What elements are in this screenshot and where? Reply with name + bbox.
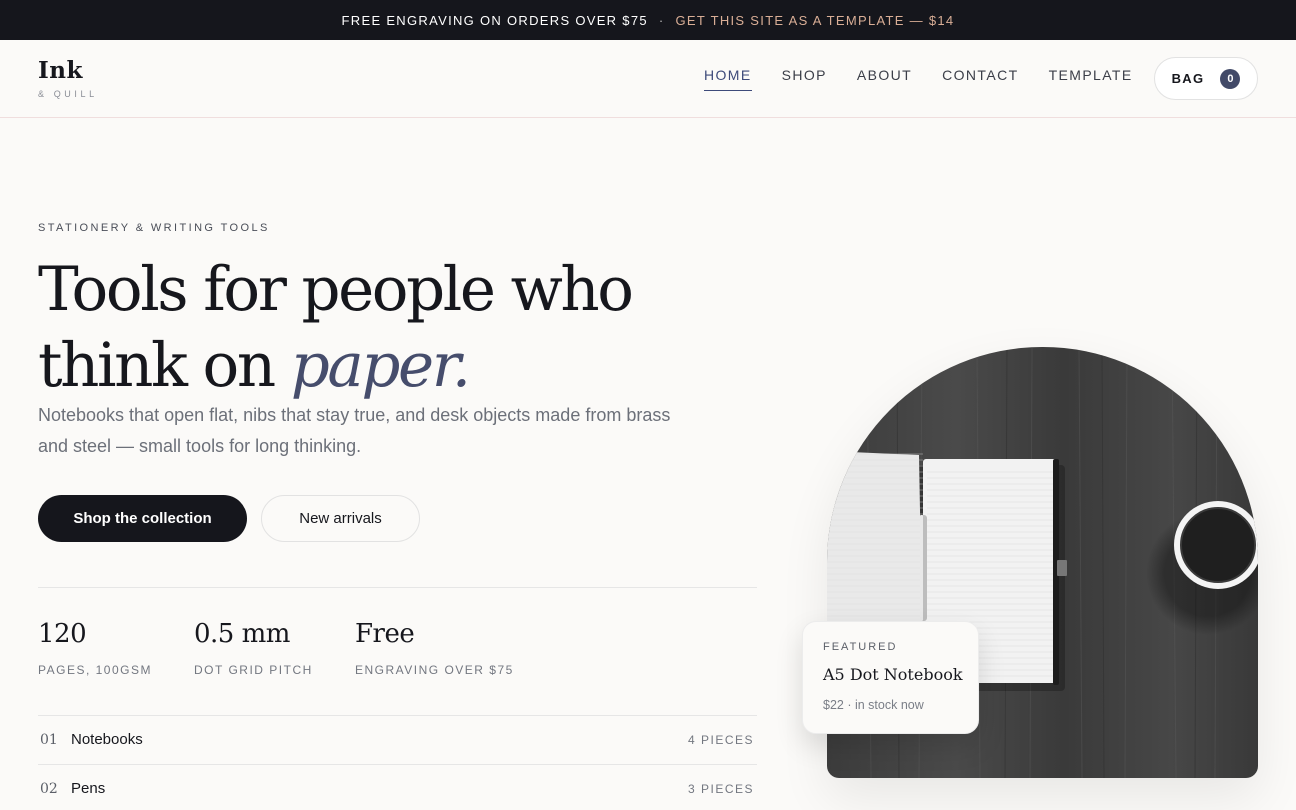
- nav-contact[interactable]: CONTACT: [942, 67, 1018, 91]
- nav-template[interactable]: TEMPLATE: [1049, 67, 1133, 91]
- nav-about[interactable]: ABOUT: [857, 67, 912, 91]
- stat-label: DOT GRID PITCH: [194, 663, 313, 677]
- category-row-pens[interactable]: 02 Pens 3 PIECES: [38, 764, 757, 810]
- category-count: 4 PIECES: [687, 733, 754, 747]
- announcement-bar: FREE ENGRAVING ON ORDERS OVER $75 · GET …: [0, 0, 1296, 40]
- category-number: 02: [40, 781, 58, 797]
- logo-tagline: & QUILL: [38, 89, 98, 99]
- divider: [38, 587, 757, 588]
- nav-home[interactable]: HOME: [704, 67, 752, 91]
- category-name: Notebooks: [71, 731, 143, 748]
- featured-product-card[interactable]: FEATURED A5 Dot Notebook $22 · in stock …: [802, 621, 979, 734]
- logo[interactable]: Ink: [38, 57, 83, 84]
- featured-tag: FEATURED: [823, 641, 898, 653]
- site-header: Ink & QUILL HOME SHOP ABOUT CONTACT TEMP…: [0, 40, 1296, 118]
- featured-product-name: A5 Dot Notebook: [823, 665, 963, 684]
- stat-label: ENGRAVING OVER $75: [355, 663, 514, 677]
- bag-button[interactable]: BAG 0: [1154, 57, 1258, 100]
- stat-engraving: Free ENGRAVING OVER $75: [355, 619, 514, 677]
- nav-shop[interactable]: SHOP: [782, 67, 827, 91]
- announcement-separator: ·: [658, 12, 665, 28]
- stat-label: PAGES, 100GSM: [38, 663, 152, 677]
- stat-dot-pitch: 0.5 mm DOT GRID PITCH: [194, 619, 313, 677]
- bag-label: BAG: [1171, 71, 1205, 86]
- category-name: Pens: [71, 780, 106, 797]
- bag-count-badge: 0: [1220, 68, 1241, 89]
- stat-value: 0.5 mm: [194, 619, 290, 649]
- shop-collection-button[interactable]: Shop the collection: [38, 495, 247, 542]
- template-promo-link[interactable]: GET THIS SITE AS A TEMPLATE — $14: [676, 13, 955, 28]
- main-nav: HOME SHOP ABOUT CONTACT TEMPLATE: [704, 67, 1163, 91]
- hero-headline: Tools for people who think on paper.: [38, 252, 778, 404]
- hero-lede: Notebooks that open flat, nibs that stay…: [38, 405, 671, 456]
- category-row-notebooks[interactable]: 01 Notebooks 4 PIECES: [38, 715, 757, 764]
- featured-product-meta: $22 · in stock now: [823, 698, 924, 712]
- hero-eyebrow: STATIONERY & WRITING TOOLS: [38, 222, 270, 234]
- stat-pages: 120 PAGES, 100GSM: [38, 619, 152, 677]
- stat-value: Free: [355, 619, 415, 649]
- announcement-text: FREE ENGRAVING ON ORDERS OVER $75: [341, 12, 648, 28]
- category-count: 3 PIECES: [687, 782, 754, 796]
- category-number: 01: [40, 732, 58, 748]
- stat-value: 120: [38, 619, 87, 649]
- new-arrivals-button[interactable]: New arrivals: [261, 495, 420, 542]
- headline-emphasis: paper.: [290, 330, 471, 401]
